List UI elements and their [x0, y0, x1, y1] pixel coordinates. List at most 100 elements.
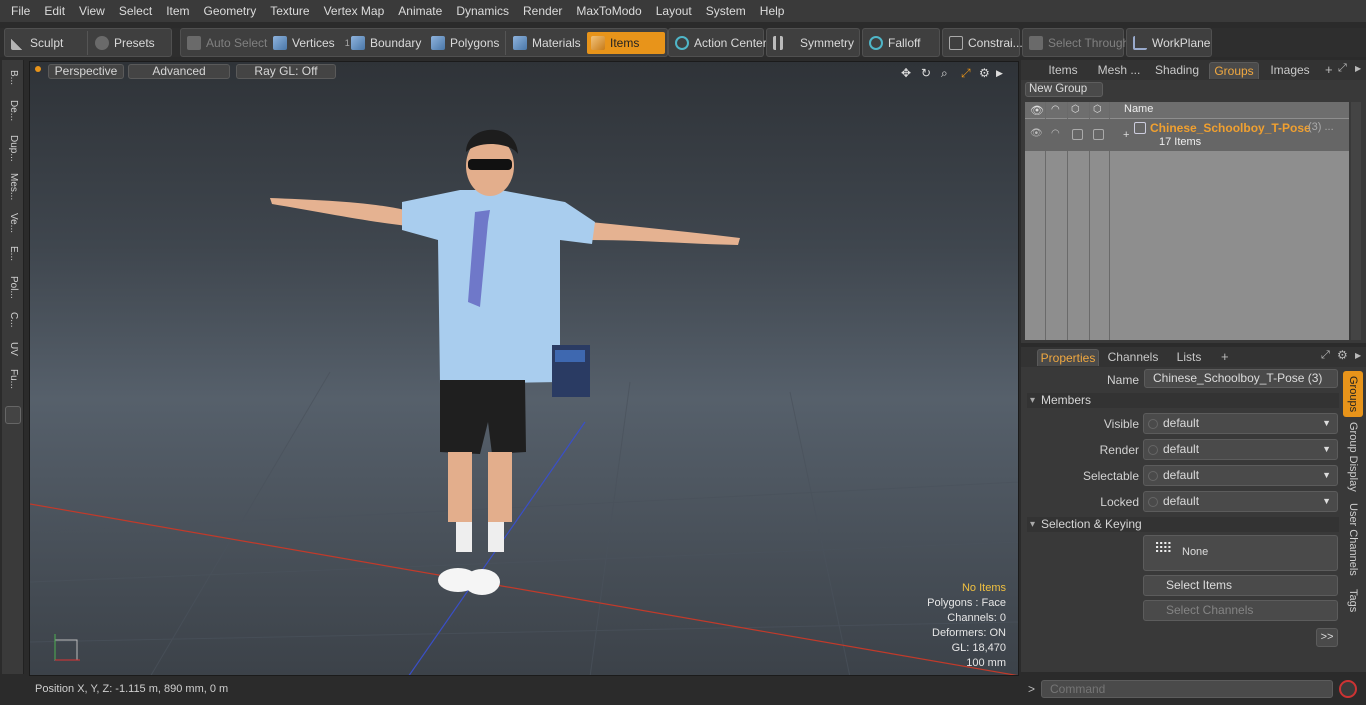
tab-deform[interactable]: De... — [3, 94, 23, 128]
group-name-field[interactable]: Chinese_Schoolboy_T-Pose (3) — [1144, 369, 1338, 388]
select-column-icon[interactable]: ⬡ — [1093, 104, 1102, 115]
visibility-column-icon[interactable]: 👁 — [1030, 104, 1044, 117]
constraints-button[interactable]: Constrai... — [945, 32, 1027, 54]
items-button[interactable]: Items — [587, 32, 665, 54]
tab-images[interactable]: Images — [1263, 62, 1317, 79]
boundary-button[interactable]: Boundary — [347, 32, 425, 54]
tab-vertex[interactable]: Ve... — [3, 208, 23, 238]
viewport-settings-icon[interactable]: ⚙ — [979, 67, 991, 79]
vtab-group-display[interactable]: Group Display — [1343, 421, 1363, 493]
select-channels-button[interactable]: Select Channels — [1143, 600, 1338, 621]
row-select-checkbox[interactable] — [1093, 129, 1104, 140]
tab-shading[interactable]: Shading — [1151, 62, 1203, 79]
add-properties-tab-icon[interactable]: + — [1221, 349, 1229, 364]
vtab-groups[interactable]: Groups — [1343, 371, 1363, 417]
vtab-tags[interactable]: Tags — [1343, 585, 1363, 617]
menu-dynamics[interactable]: Dynamics — [449, 0, 516, 22]
tab-mesh[interactable]: Mesh ... — [1093, 62, 1145, 79]
row-expand-icon[interactable]: + — [1123, 129, 1129, 141]
members-section[interactable]: Members — [1027, 393, 1339, 408]
raygl-toggle[interactable]: Ray GL: Off — [236, 64, 336, 79]
command-row: > — [1021, 678, 1366, 700]
move-view-icon[interactable]: ✥ — [901, 67, 913, 79]
locked-dropdown[interactable]: default ▼ — [1143, 491, 1338, 512]
tab-items[interactable]: Items — [1039, 62, 1087, 79]
row-render-icon[interactable]: ◠ — [1051, 128, 1060, 139]
properties-menu-icon[interactable]: ▶ — [1355, 351, 1361, 360]
workplane-button[interactable]: WorkPlane — [1129, 32, 1214, 54]
new-group-button[interactable]: New Group — [1025, 82, 1103, 97]
viewport-scene — [30, 129, 1018, 675]
select-through-button[interactable]: Select Through — [1025, 32, 1133, 54]
tabs-toggle-button[interactable] — [5, 406, 21, 424]
selectable-dropdown[interactable]: default ▼ — [1143, 465, 1338, 486]
visible-dropdown[interactable]: default ▼ — [1143, 413, 1338, 434]
menu-item[interactable]: Item — [159, 0, 196, 22]
expand-panel-icon[interactable]: ⤢ — [1338, 62, 1347, 75]
panel-menu-icon[interactable]: ▶ — [1355, 64, 1361, 73]
tab-edge[interactable]: E... — [3, 240, 23, 268]
menu-edit[interactable]: Edit — [37, 0, 72, 22]
menu-help[interactable]: Help — [753, 0, 792, 22]
properties-expand-icon[interactable]: ⤢ — [1321, 349, 1330, 362]
tab-channels[interactable]: Channels — [1105, 349, 1161, 366]
menu-animate[interactable]: Animate — [391, 0, 449, 22]
groups-scrollbar[interactable] — [1351, 102, 1361, 340]
record-macro-icon[interactable] — [1339, 680, 1357, 698]
materials-button[interactable]: Materials — [509, 32, 585, 54]
tab-fusion[interactable]: Fu... — [3, 364, 23, 394]
tab-lists[interactable]: Lists — [1167, 349, 1211, 366]
zoom-view-icon[interactable]: ⌕ — [941, 67, 953, 79]
menu-view[interactable]: View — [72, 0, 112, 22]
character-model[interactable] — [270, 129, 740, 595]
book-model[interactable] — [552, 345, 590, 397]
menu-maxtomodo[interactable]: MaxToModo — [569, 0, 648, 22]
tab-groups[interactable]: Groups — [1209, 62, 1259, 79]
menu-system[interactable]: System — [699, 0, 753, 22]
menu-texture[interactable]: Texture — [263, 0, 316, 22]
render-dropdown[interactable]: default ▼ — [1143, 439, 1338, 460]
menu-select[interactable]: Select — [112, 0, 159, 22]
sculpt-button[interactable]: Sculpt — [7, 32, 67, 54]
keying-dots-icon: ⠿⠿ — [1154, 540, 1172, 556]
fit-view-icon[interactable]: ⤢ — [961, 67, 973, 79]
group-row[interactable]: 👁 ◠ + Chinese_Schoolboy_T-Pose (3) ... 1… — [1025, 119, 1349, 151]
row-visibility-icon[interactable]: 👁 — [1030, 128, 1043, 139]
lock-column-icon[interactable]: ⬡ — [1071, 104, 1080, 115]
falloff-button[interactable]: Falloff — [865, 32, 924, 54]
action-center-button[interactable]: Action Center — [671, 32, 771, 54]
add-tab-icon[interactable]: + — [1325, 62, 1333, 77]
tab-basic[interactable]: B... — [3, 64, 23, 92]
auto-select-button[interactable]: Auto Select — [183, 32, 271, 54]
tab-polygon[interactable]: Pol... — [3, 270, 23, 304]
presets-button[interactable]: Presets — [91, 32, 159, 54]
vtab-user-channels[interactable]: User Channels — [1343, 501, 1363, 577]
row-lock-checkbox[interactable] — [1072, 129, 1083, 140]
keying-none-button[interactable]: ⠿⠿ None — [1143, 535, 1338, 571]
polygons-button[interactable]: Polygons — [427, 32, 503, 54]
menu-vertex-map[interactable]: Vertex Map — [317, 0, 392, 22]
tab-uv[interactable]: UV — [3, 336, 23, 362]
view-mode-dropdown[interactable]: Perspective — [48, 64, 124, 79]
properties-settings-icon[interactable]: ⚙ — [1337, 348, 1348, 362]
tab-properties[interactable]: Properties — [1037, 349, 1099, 366]
viewport-menu-dot[interactable] — [35, 66, 41, 72]
more-button[interactable]: >> — [1316, 628, 1338, 647]
menu-layout[interactable]: Layout — [649, 0, 699, 22]
select-items-button[interactable]: Select Items — [1143, 575, 1338, 596]
3d-viewport[interactable]: Perspective Advanced Ray GL: Off ✥ ↻ ⌕ ⤢… — [29, 61, 1019, 676]
vertices-button[interactable]: Vertices 1 — [269, 32, 354, 54]
selection-keying-section[interactable]: Selection & Keying — [1027, 517, 1339, 532]
tab-duplicate[interactable]: Dup... — [3, 130, 23, 166]
viewport-expand-icon[interactable]: ▶ — [996, 67, 1008, 79]
menu-file[interactable]: File — [4, 0, 37, 22]
render-column-icon[interactable]: ◠ — [1051, 104, 1060, 115]
menu-render[interactable]: Render — [516, 0, 569, 22]
menu-geometry[interactable]: Geometry — [197, 0, 264, 22]
symmetry-button[interactable]: Symmetry — [769, 32, 858, 54]
tab-mesh-edit[interactable]: Mes... — [3, 168, 23, 206]
command-input[interactable] — [1041, 680, 1333, 698]
shading-dropdown[interactable]: Advanced — [128, 64, 230, 79]
rotate-view-icon[interactable]: ↻ — [921, 67, 933, 79]
tab-curve[interactable]: C... — [3, 306, 23, 334]
